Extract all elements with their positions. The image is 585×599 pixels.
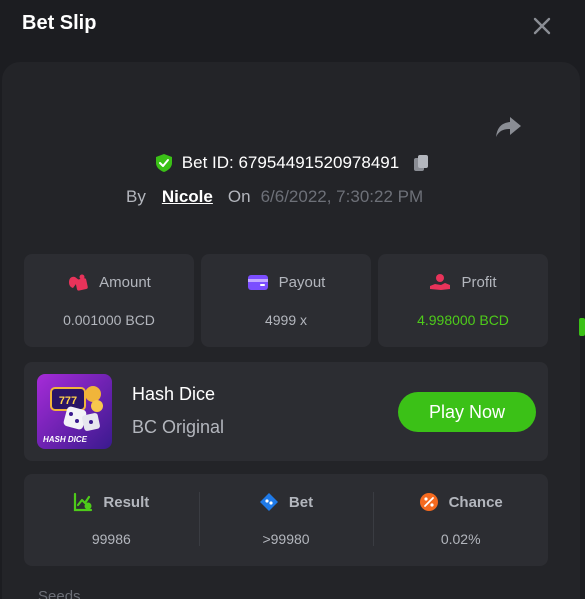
bet-id: Bet ID: 67954491520978491 <box>181 153 400 172</box>
bet-id-row: Bet ID: 67954491520978491 <box>0 150 585 176</box>
verified-shield-icon <box>155 154 172 172</box>
stat-label: Amount <box>99 273 151 291</box>
stat-value: 4.998000 BCD <box>417 312 509 328</box>
stat-value: 4999 x <box>264 312 308 328</box>
result-bet: Bet >99980 <box>198 474 374 566</box>
play-now-button[interactable]: Play Now <box>398 392 536 432</box>
page-title: Bet Slip <box>22 12 97 34</box>
result-value: 0.02% <box>440 531 481 547</box>
game-name: Hash Dice <box>132 384 216 404</box>
copy-icon[interactable] <box>411 153 431 173</box>
game-thumbnail[interactable]: 777 HASH DICE <box>37 374 112 449</box>
result-label: Chance <box>448 493 503 511</box>
bet-datetime: 6/6/2022, 7:30:22 PM <box>260 187 424 206</box>
result-chart-icon <box>74 492 93 512</box>
result-result: Result 99986 <box>24 474 199 566</box>
result-value: >99980 <box>262 531 310 547</box>
share-icon[interactable] <box>494 114 522 140</box>
bet-meta-row: By Nicole On 6/6/2022, 7:30:22 PM <box>126 185 423 209</box>
result-label: Bet <box>288 493 314 511</box>
stats-row: Amount 0.001000 BCD Payout 4999 x Profit… <box>24 254 548 347</box>
game-subtitle: BC Original <box>132 417 225 437</box>
game-card: 777 HASH DICE Hash Dice BC Original Play… <box>24 362 548 461</box>
stat-label: Payout <box>278 273 326 291</box>
percent-icon <box>419 493 438 511</box>
profit-hand-icon <box>430 274 451 290</box>
stat-payout: Payout 4999 x <box>201 254 371 347</box>
on-label: On <box>227 187 251 206</box>
stat-value: 0.001000 BCD <box>63 312 155 328</box>
close-icon[interactable] <box>530 14 554 38</box>
results-row: Result 99986 Bet >99980 Chance 0.02% <box>24 474 548 566</box>
result-chance: Chance 0.02% <box>373 474 548 566</box>
bet-ticket-icon <box>259 493 278 511</box>
svg-text:HASH DICE: HASH DICE <box>43 435 88 444</box>
wallet-icon <box>247 275 268 290</box>
user-link[interactable]: Nicole <box>162 187 213 207</box>
stat-profit: Profit 4.998000 BCD <box>378 254 548 347</box>
dice-coins-icon <box>69 274 88 291</box>
result-value: 99986 <box>91 531 131 547</box>
scroll-indicator <box>579 318 585 336</box>
header: Bet Slip <box>0 0 585 60</box>
stat-label: Profit <box>461 273 497 291</box>
seeds-label: Seeds <box>38 588 81 599</box>
svg-text:777: 777 <box>59 395 77 407</box>
by-label: By <box>126 187 146 206</box>
result-label: Result <box>103 493 150 511</box>
stat-amount: Amount 0.001000 BCD <box>24 254 194 347</box>
